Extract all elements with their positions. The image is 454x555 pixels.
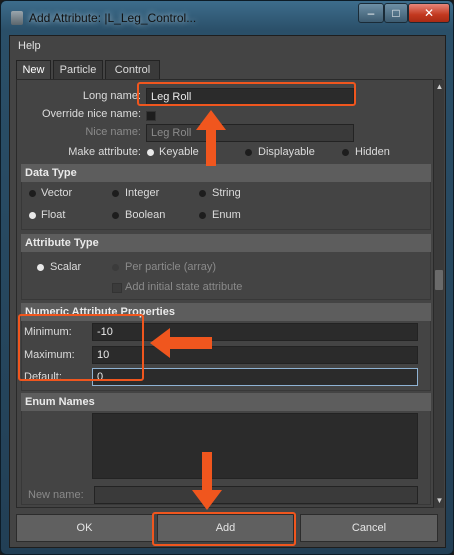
override-nice-name-label: Override nice name: [41,108,141,120]
make-attribute-label: Make attribute: [68,146,141,158]
scroll-thumb[interactable] [435,270,443,290]
enum-label: Enum [212,209,241,221]
boolean-label: Boolean [125,209,166,221]
title-bar[interactable]: Add Attribute: |L_Leg_Control... – □ ✕ [1,1,454,35]
float-label: Float [41,209,66,221]
hidden-radio[interactable] [342,149,349,156]
add-button-highlight [152,512,296,546]
long-name-highlight [137,82,356,106]
attribute-type-section: Scalar Per particle (array) Add initial … [21,252,431,300]
attribute-type-header[interactable]: Attribute Type [21,234,431,252]
vector-label: Vector [41,187,73,199]
window-title: Add Attribute: |L_Leg_Control... [29,11,197,25]
arrow-down-icon [192,452,222,510]
override-nice-name-checkbox[interactable] [146,111,156,121]
integer-label: Integer [125,187,160,199]
maximize-button[interactable]: □ [384,3,408,23]
minimize-button[interactable]: – [358,3,384,23]
nice-name-input[interactable]: Leg Roll [146,124,354,142]
integer-radio[interactable] [112,190,119,197]
tab-control[interactable]: Control [105,60,160,79]
enum-names-list[interactable] [92,413,418,479]
scalar-radio[interactable] [37,264,44,271]
tab-new[interactable]: New [16,60,51,80]
menu-help[interactable]: Help [18,40,41,52]
add-initial-state-label: Add initial state attribute [125,281,243,293]
nice-name-label: Nice name: [85,126,141,138]
scroll-down-icon[interactable]: ▼ [435,496,444,506]
enum-names-header[interactable]: Enum Names [21,393,431,411]
hidden-label: Hidden [355,146,390,158]
keyable-label: Keyable [159,146,199,158]
string-label: String [212,187,241,199]
keyable-radio[interactable] [147,149,154,156]
menu-bar: Help [10,36,445,56]
scalar-label: Scalar [50,261,82,273]
numeric-fields-highlight [18,314,144,381]
scroll-up-icon[interactable]: ▲ [435,82,444,92]
boolean-radio[interactable] [112,212,119,219]
close-button[interactable]: ✕ [408,3,450,23]
long-name-label: Long name: [82,90,141,102]
float-radio[interactable] [29,212,36,219]
tab-particle[interactable]: Particle [53,60,103,79]
per-particle-label: Per particle (array) [125,261,217,273]
enum-radio[interactable] [199,212,206,219]
new-name-input[interactable] [94,486,418,504]
ok-button[interactable]: OK [16,514,153,542]
new-name-label: New name: [28,489,84,501]
enum-names-section: New name: [21,411,431,505]
panel-scrollbar[interactable]: ▲ ▼ [433,80,444,508]
dialog-client-area: Help New Particle Control Long name: Leg… [9,35,446,548]
string-radio[interactable] [199,190,206,197]
displayable-label: Displayable [258,146,315,158]
data-type-section: Vector Integer String Float Boolean Enum [21,182,431,230]
add-initial-state-checkbox[interactable] [112,283,122,293]
maya-app-icon [11,11,23,25]
arrow-up-icon [196,110,226,166]
arrow-left-icon [150,328,212,358]
new-attribute-panel: Long name: Leg Roll Override nice name: … [16,79,444,508]
displayable-radio[interactable] [245,149,252,156]
per-particle-radio[interactable] [112,264,119,271]
cancel-button[interactable]: Cancel [300,514,438,542]
vector-radio[interactable] [29,190,36,197]
data-type-header[interactable]: Data Type [21,164,431,182]
